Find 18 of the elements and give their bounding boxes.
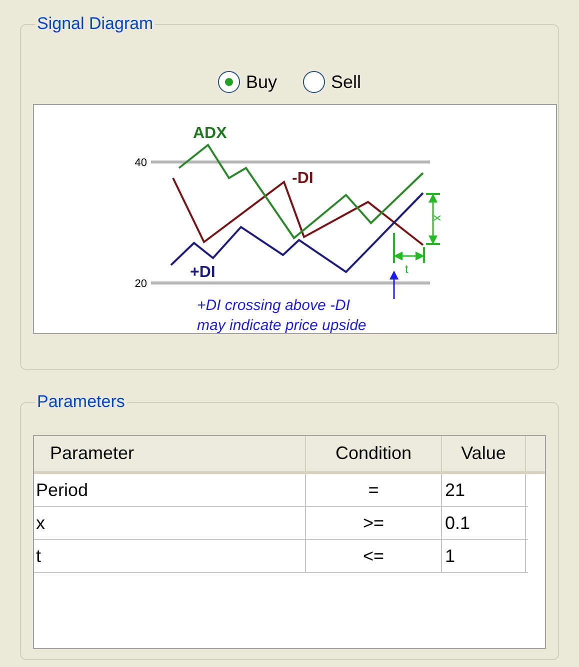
column-header[interactable]: Parameter <box>34 436 306 471</box>
table-cell: x <box>34 507 306 539</box>
table-cell: 0.1 <box>442 507 526 539</box>
signal-diagram-drawing: 40 20 ADX -DI +DI x t +DI crossing above -DI may indicate price upside <box>34 105 556 333</box>
table-cell: 21 <box>442 474 526 506</box>
radio-button[interactable] <box>218 71 240 93</box>
group-title: Signal Diagram <box>35 14 156 34</box>
table-cell: Period <box>34 474 306 506</box>
table-cell: >= <box>306 507 442 539</box>
table-cell: <= <box>306 540 442 572</box>
radio-option[interactable]: Buy <box>218 68 277 96</box>
radio-button[interactable] <box>303 71 325 93</box>
radio-option[interactable]: Sell <box>303 68 362 96</box>
table-cell: 1 <box>442 540 526 572</box>
column-header[interactable]: Condition <box>306 436 442 471</box>
table-cell: = <box>306 474 442 506</box>
table-cell: t <box>34 540 306 572</box>
column-header[interactable]: Value <box>442 436 526 471</box>
